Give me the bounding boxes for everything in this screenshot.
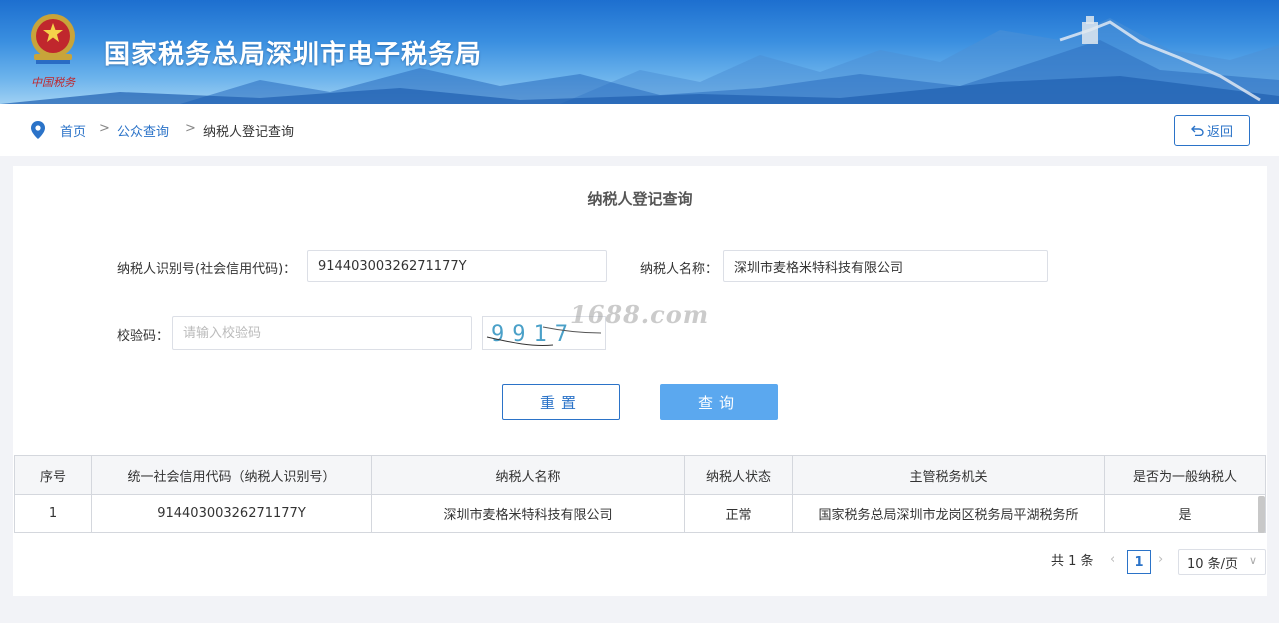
query-panel: 纳税人登记查询 纳税人识别号(社会信用代码)： 纳税人名称： 校验码： 9917… [13,166,1267,596]
cell-credit-code: 91440300326271177Y [91,494,372,533]
page-number-button[interactable]: 1 [1127,550,1151,574]
site-header: 中国税务 国家税务总局深圳市电子税务局 [0,0,1279,104]
next-page-icon[interactable]: › [1158,552,1163,567]
query-button[interactable]: 查询 [660,384,778,420]
taxpayer-id-input[interactable] [307,250,607,282]
site-title: 国家税务总局深圳市电子税务局 [104,40,483,70]
column-header-general-taxpayer: 是否为一般纳税人 [1104,455,1266,495]
captcha-label: 校验码： [117,329,170,344]
breadcrumb-home-link[interactable]: 首页 [60,121,86,140]
chevron-down-icon: ∨ [1248,554,1257,567]
column-header-credit-code: 统一社会信用代码（纳税人识别号） [91,455,372,495]
prev-page-icon[interactable]: ‹ [1110,552,1115,567]
table-row: 1 91440300326271177Y 深圳市麦格米特科技有限公司 正常 国家… [14,494,1266,533]
svg-text:9917: 9917 [491,322,576,347]
breadcrumb-public-query-link[interactable]: 公众查询 [117,121,169,140]
cell-index: 1 [14,494,92,533]
breadcrumb: 首页 > 公众查询 > 纳税人登记查询 返回 [0,104,1279,156]
breadcrumb-current: 纳税人登记查询 [203,125,295,140]
page-size-value: 10 条/页 [1187,556,1239,572]
taxpayer-id-label: 纳税人识别号(社会信用代码)： [117,262,297,277]
table-scrollbar[interactable] [1258,496,1265,533]
watermark: 1688.com [570,300,710,329]
tax-emblem-icon: 中国税务 [31,14,76,89]
breadcrumb-separator: > [99,121,110,136]
page-title: 纳税人登记查询 [587,190,693,208]
results-table: 序号 统一社会信用代码（纳税人识别号） 纳税人名称 纳税人状态 主管税务机关 是… [14,455,1266,533]
taxpayer-name-label: 纳税人名称： [640,262,719,277]
back-button-label: 返回 [1206,125,1233,140]
undo-icon [1190,125,1204,136]
reset-button[interactable]: 重置 [502,384,620,420]
breadcrumb-separator: > [185,121,196,136]
cell-status: 正常 [684,494,793,533]
cell-general-taxpayer: 是 [1104,494,1266,533]
page-size-select[interactable]: 10 条/页 ∨ [1178,549,1266,575]
column-header-tax-authority: 主管税务机关 [792,455,1105,495]
total-count: 共 1 条 [1051,554,1094,569]
location-pin-icon [31,121,45,139]
column-header-index: 序号 [14,455,92,495]
svg-text:中国税务: 中国税务 [31,76,76,89]
taxpayer-name-input[interactable] [723,250,1048,282]
cell-tax-authority: 国家税务总局深圳市龙岗区税务局平湖税务所 [792,494,1105,533]
cell-taxpayer-name: 深圳市麦格米特科技有限公司 [371,494,685,533]
captcha-input[interactable] [172,316,472,350]
table-header-row: 序号 统一社会信用代码（纳税人识别号） 纳税人名称 纳税人状态 主管税务机关 是… [14,455,1266,495]
column-header-taxpayer-name: 纳税人名称 [371,455,685,495]
back-button[interactable]: 返回 [1174,115,1250,146]
column-header-status: 纳税人状态 [684,455,793,495]
